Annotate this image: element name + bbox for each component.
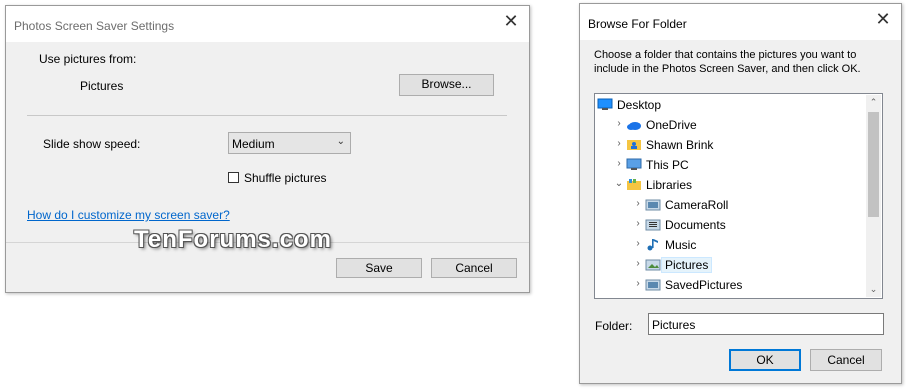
separator	[27, 115, 507, 116]
chevron-down-icon: ⌄	[336, 136, 345, 147]
slide-show-speed-value: Medium	[232, 137, 275, 151]
close-icon[interactable]: ✕	[873, 9, 893, 29]
user-folder-icon	[626, 138, 642, 151]
tree-item-label: Documents	[665, 218, 726, 232]
documents-library-icon	[645, 218, 661, 231]
use-pictures-label: Use pictures from:	[39, 52, 137, 66]
browse-button[interactable]: Browse...	[399, 74, 494, 96]
tree-item-libraries[interactable]: ⌄ Libraries	[595, 175, 866, 195]
chevron-right-icon[interactable]: ›	[633, 298, 643, 299]
chevron-right-icon[interactable]: ›	[633, 238, 643, 249]
tree-item-desktop[interactable]: Desktop	[595, 95, 866, 115]
dialog-title: Browse For Folder	[588, 17, 687, 31]
tree-item-label: Shawn Brink	[646, 138, 714, 152]
pictures-folder-value: Pictures	[80, 79, 124, 93]
tree-item-onedrive[interactable]: › OneDrive	[595, 115, 866, 135]
folder-field-value: Pictures	[652, 318, 696, 332]
tree-item-label: Desktop	[617, 98, 662, 112]
tree-item-label: SavedPictures	[665, 278, 743, 292]
folder-field[interactable]: Pictures	[648, 313, 884, 335]
instructions-line-1: Choose a folder that contains the pictur…	[594, 49, 857, 61]
tree-item-pictures[interactable]: › Pictures	[595, 255, 866, 275]
tree-item-music[interactable]: › Music	[595, 235, 866, 255]
save-button[interactable]: Save	[336, 258, 422, 278]
chevron-right-icon[interactable]: ›	[633, 198, 643, 209]
scrollbar-thumb[interactable]	[868, 112, 879, 217]
pictures-library-icon	[645, 258, 661, 271]
shuffle-checkbox[interactable]	[228, 172, 239, 183]
tree-item-cameraroll[interactable]: › CameraRoll	[595, 195, 866, 215]
ok-button[interactable]: OK	[729, 349, 801, 371]
tree-item-savedpictures[interactable]: › SavedPictures	[595, 275, 866, 295]
chevron-down-icon[interactable]: ⌄	[614, 178, 624, 189]
chevron-right-icon[interactable]: ›	[633, 278, 643, 289]
library-folder-icon	[645, 278, 661, 291]
chevron-right-icon[interactable]: ›	[614, 158, 624, 169]
libraries-icon	[626, 178, 642, 191]
title-bar: Browse For Folder ✕	[580, 4, 901, 40]
chevron-right-icon[interactable]: ›	[633, 218, 643, 229]
close-icon[interactable]: ✕	[501, 11, 521, 31]
cancel-button[interactable]: Cancel	[810, 349, 882, 371]
folder-label: Folder:	[595, 319, 633, 333]
chevron-right-icon[interactable]: ›	[614, 118, 624, 129]
tree-item-this-pc[interactable]: › This PC	[595, 155, 866, 175]
dialog-title: Photos Screen Saver Settings	[14, 19, 175, 33]
this-pc-icon	[626, 158, 642, 171]
library-folder-icon	[645, 198, 661, 211]
scrollbar[interactable]: ⌃ ⌄	[866, 95, 881, 297]
shuffle-label: Shuffle pictures	[244, 171, 327, 185]
tree-item-label: Pictures	[660, 257, 713, 273]
tree-item-documents[interactable]: › Documents	[595, 215, 866, 235]
tree-item-label: Libraries	[646, 178, 693, 192]
desktop-icon	[597, 98, 613, 111]
chevron-right-icon[interactable]: ›	[633, 258, 643, 269]
library-folder-icon	[645, 298, 661, 299]
cancel-button[interactable]: Cancel	[431, 258, 517, 278]
tree-item-label: OneDrive	[646, 118, 697, 132]
browse-for-folder-dialog: Browse For Folder ✕ Choose a folder that…	[579, 3, 902, 384]
slide-show-speed-dropdown[interactable]: Medium ⌄	[228, 132, 351, 154]
scroll-down-icon[interactable]: ⌄	[866, 282, 881, 297]
tree-item-label: This PC	[646, 158, 689, 172]
slide-show-speed-label: Slide show speed:	[43, 137, 141, 151]
tree-item-shawn-brink[interactable]: › Shawn Brink	[595, 135, 866, 155]
title-bar: Photos Screen Saver Settings ✕	[6, 6, 529, 42]
scroll-up-icon[interactable]: ⌃	[866, 95, 881, 110]
folder-tree[interactable]: Desktop › OneDrive › Shawn Brink › This PC ⌄ Lib…	[594, 93, 883, 299]
instructions-line-2: include in the Photos Screen Saver, and …	[594, 63, 861, 75]
watermark: TenForums.com	[134, 226, 332, 253]
tree-item-label: CameraRoll	[665, 198, 729, 212]
onedrive-icon	[626, 118, 642, 131]
tree-item-label: Music	[665, 238, 697, 252]
help-link[interactable]: How do I customize my screen saver?	[27, 208, 230, 222]
tree-item-more[interactable]: ›	[595, 295, 866, 299]
music-library-icon	[645, 238, 661, 251]
chevron-right-icon[interactable]: ›	[614, 138, 624, 149]
